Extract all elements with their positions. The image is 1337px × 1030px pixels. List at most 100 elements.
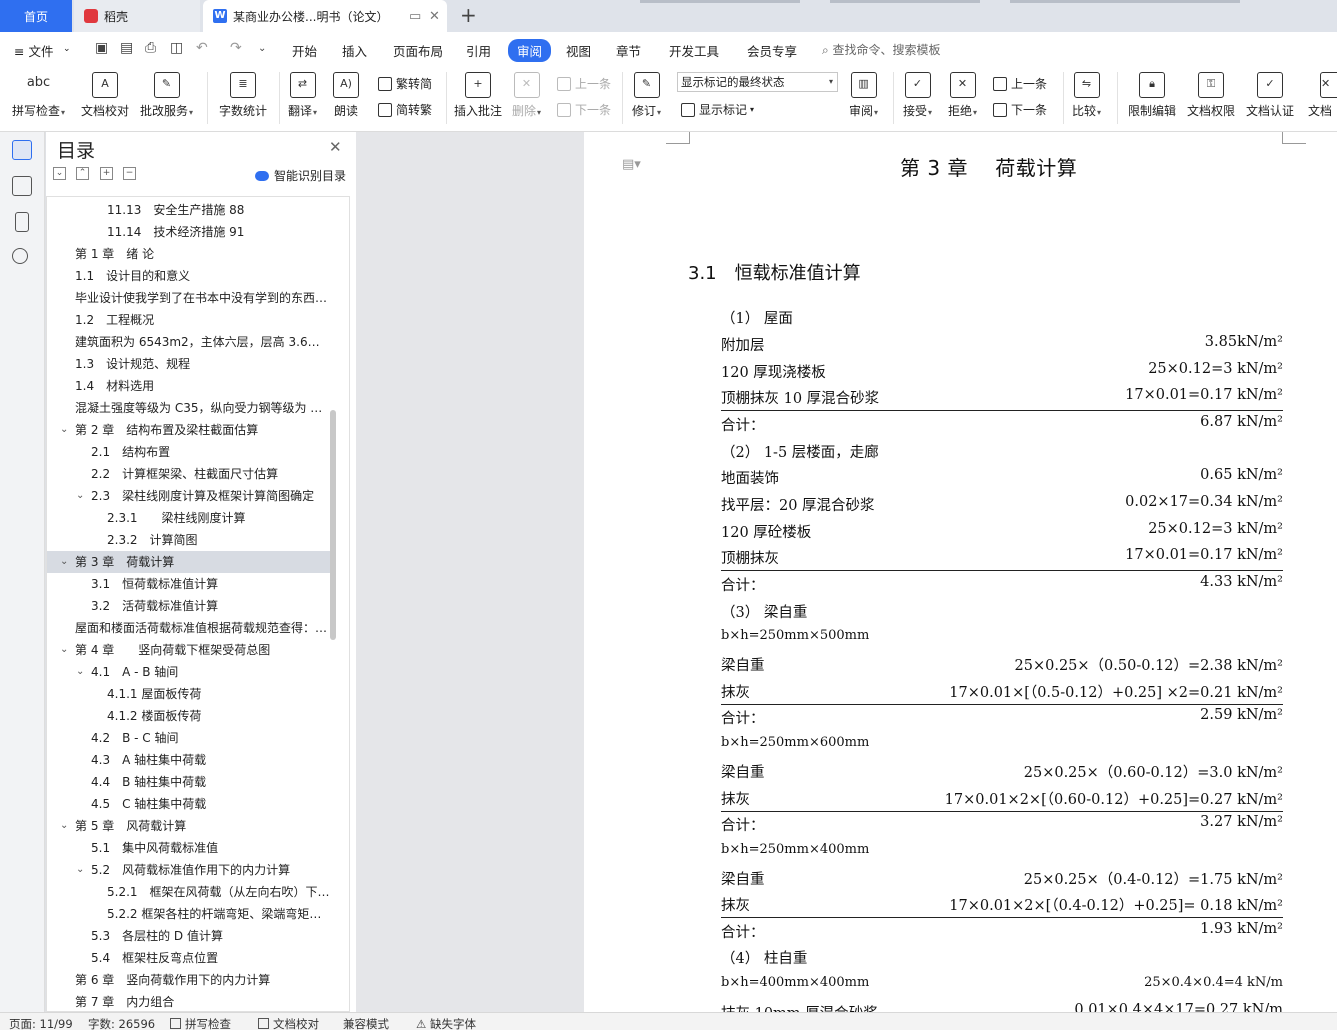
chevron-down-icon[interactable]: ⌄ [60, 815, 68, 837]
toc-item[interactable]: ⌄ 5.2 风荷载标准值作用下的内力计算 [47, 859, 331, 881]
toc-item[interactable]: 2.1 结构布置 [47, 441, 331, 463]
markup-state-select[interactable]: 显示标记的最终状态 ▾ [677, 72, 838, 92]
read-aloud-button[interactable]: A) 朗读 [333, 72, 359, 119]
toc-item[interactable]: 4.3 A 轴柱集中荷载 [47, 749, 331, 771]
toc-item[interactable]: 11.13 安全生产措施 88 [47, 199, 331, 221]
toc-item[interactable]: 第 6 章 竖向荷载作用下的内力计算 [47, 969, 331, 991]
accept-button[interactable]: ✓ 接受▾ [903, 72, 932, 119]
toc-item[interactable]: 2.3.1 梁柱线刚度计算 [47, 507, 331, 529]
collapse-all-icon[interactable]: ⌄ [53, 167, 66, 180]
toc-item[interactable]: 屋面和楼面活荷载标准值根据荷载规范查得：… [47, 617, 331, 639]
add-heading-icon[interactable]: + [100, 167, 113, 180]
toc-item[interactable]: 1.4 材料选用 [47, 375, 331, 397]
page-indicator[interactable]: 页面: 11/99 [9, 1016, 73, 1030]
toc-item[interactable]: ⌄ 第 4 章 竖向荷载下框架受荷总图 [47, 639, 331, 661]
chevron-down-icon[interactable]: ⌄ [60, 419, 68, 441]
toc-item[interactable]: ⌄ 第 3 章 荷载计算 [47, 551, 331, 573]
toc-item[interactable]: ⌄ 第 2 章 结构布置及梁柱截面估算 [47, 419, 331, 441]
toc-item[interactable]: 4.4 B 轴柱集中荷载 [47, 771, 331, 793]
menu-chapter[interactable]: 章节 [616, 41, 641, 60]
save-icon[interactable]: ▣ [95, 40, 108, 56]
expand-up-icon[interactable]: ⌃ [76, 167, 89, 180]
missing-font-indicator[interactable]: ⚠ 缺失字体 [416, 1016, 476, 1030]
toc-item[interactable]: 第 7 章 内力组合 [47, 991, 331, 1011]
chevron-down-icon[interactable]: ⌄ [76, 485, 84, 507]
toc-item[interactable]: 5.1 集中风荷载标准值 [47, 837, 331, 859]
doc-cert-button[interactable]: ✓ 文档认证 [1246, 72, 1294, 119]
doc-check-toggle[interactable]: 文档校对 [258, 1016, 319, 1030]
menu-insert[interactable]: 插入 [342, 41, 367, 60]
track-changes-button[interactable]: ✎ 修订▾ [632, 72, 661, 119]
word-count-indicator[interactable]: 字数: 26596 [88, 1016, 155, 1030]
prev-comment-button[interactable]: 上一条 [557, 75, 611, 92]
file-menu[interactable]: ≡ 文件 [14, 41, 53, 60]
insert-comment-button[interactable]: + 插入批注 [454, 72, 502, 119]
chevron-down-icon[interactable]: ⌄ [60, 639, 68, 661]
delete-comment-button[interactable]: ✕ 删除▾ [512, 72, 541, 119]
toc-item[interactable]: ⌄ 第 5 章 风荷载计算 [47, 815, 331, 837]
toc-item[interactable]: 1.1 设计目的和意义 [47, 265, 331, 287]
toc-panel-icon[interactable] [12, 140, 32, 160]
doc-options-icon[interactable]: ▤▾ [622, 157, 641, 172]
toc-item[interactable]: 混凝土强度等级为 C35，纵向受力钢等级为 … [47, 397, 331, 419]
chevron-down-icon[interactable]: ⌄ [60, 551, 68, 573]
toc-item[interactable]: 4.1.2 楼面板传荷 [47, 705, 331, 727]
toc-item[interactable]: 建筑面积为 6543m2，主体六层，层高 3.6… [47, 331, 331, 353]
toc-item[interactable]: ⌄ 2.3 梁柱线刚度计算及框架计算简图确定 [47, 485, 331, 507]
doc-rights-button[interactable]: ⚿ 文档权限 [1187, 72, 1235, 119]
show-markup-button[interactable]: 显示标记 ▾ [681, 101, 754, 118]
chevron-down-icon[interactable]: ⌄ [76, 859, 84, 881]
toc-item[interactable]: 11.14 技术经济措施 91 [47, 221, 331, 243]
spell-check-toggle[interactable]: 拼写检查 [170, 1016, 231, 1030]
search-icon[interactable] [12, 248, 28, 264]
menu-layout[interactable]: 页面布局 [393, 41, 443, 60]
add-tab-button[interactable]: + [460, 3, 477, 27]
toc-item[interactable]: 5.3 各层柱的 D 值计算 [47, 925, 331, 947]
smart-toc-button[interactable]: 智能识别目录 [255, 167, 346, 184]
menu-view[interactable]: 视图 [566, 41, 591, 60]
prev-change-button[interactable]: 上一条 [993, 75, 1047, 92]
next-change-button[interactable]: 下一条 [993, 101, 1047, 118]
menu-start[interactable]: 开始 [292, 41, 317, 60]
toc-item[interactable]: 1.2 工程概况 [47, 309, 331, 331]
menu-member[interactable]: 会员专享 [747, 41, 797, 60]
toc-item[interactable]: 5.2.2 框架各柱的杆端弯矩、梁端弯矩… [47, 903, 331, 925]
menu-developer[interactable]: 开发工具 [669, 41, 719, 60]
review-pane-button[interactable]: ▥ 审阅▾ [849, 72, 878, 119]
tab-daoke[interactable]: 稻壳 [74, 0, 200, 32]
tab-home[interactable]: 首页 [0, 0, 72, 32]
toc-item[interactable]: 4.2 B - C 轴间 [47, 727, 331, 749]
menu-review[interactable]: 审阅 [508, 39, 552, 62]
toc-item[interactable]: 2.2 计算框架梁、柱截面尺寸估算 [47, 463, 331, 485]
correction-service-button[interactable]: ✎ 批改服务▾ [140, 72, 193, 119]
command-search[interactable]: ⌕ 查找命令、搜索模板 [822, 41, 941, 58]
toc-item[interactable]: 5.2.1 框架在风荷载（从左向右吹）下的内力… [47, 881, 331, 903]
toc-scrollbar[interactable] [330, 410, 336, 640]
menu-reference[interactable]: 引用 [466, 41, 491, 60]
navigation-icon[interactable] [12, 176, 32, 196]
simp-to-trad-button[interactable]: 简转繁 [378, 101, 432, 118]
doc-check-button[interactable]: A 文档校对 [81, 72, 129, 119]
toc-item[interactable]: 3.2 活荷载标准值计算 [47, 595, 331, 617]
toc-item[interactable]: 1.3 设计规范、规程 [47, 353, 331, 375]
undo-icon[interactable]: ↶ [196, 40, 208, 56]
toc-item[interactable]: 4.1.1 屋面板传荷 [47, 683, 331, 705]
spell-check-button[interactable]: abc 拼写检查▾ [12, 72, 65, 119]
more-tools-icon[interactable]: ⌄ [258, 43, 266, 54]
close-icon[interactable]: ✕ [329, 138, 342, 156]
restrict-editing-button[interactable]: 🔒︎ 限制编辑 [1128, 72, 1176, 119]
preview-icon[interactable]: ◫ [170, 40, 183, 56]
toc-item[interactable]: 4.5 C 轴柱集中荷载 [47, 793, 331, 815]
file-dropdown-icon[interactable]: ⌄ [63, 44, 71, 54]
chevron-down-icon[interactable]: ⌄ [76, 661, 84, 683]
remove-heading-icon[interactable]: − [123, 167, 136, 180]
word-count-button[interactable]: ≣ 字数统计 [219, 72, 267, 119]
translate-button[interactable]: ⇄ 翻译▾ [288, 72, 317, 119]
toc-item[interactable]: 5.4 框架柱反弯点位置 [47, 947, 331, 969]
bookmark-icon[interactable] [15, 212, 29, 232]
next-comment-button[interactable]: 下一条 [557, 101, 611, 118]
toc-item[interactable]: 2.3.2 计算简图 [47, 529, 331, 551]
print-icon[interactable]: ⎙ [145, 40, 156, 56]
toc-item[interactable]: 毕业设计使我学到了在书本中没有学到的东西，… [47, 287, 331, 309]
trad-to-simp-button[interactable]: 繁转简 [378, 75, 432, 92]
